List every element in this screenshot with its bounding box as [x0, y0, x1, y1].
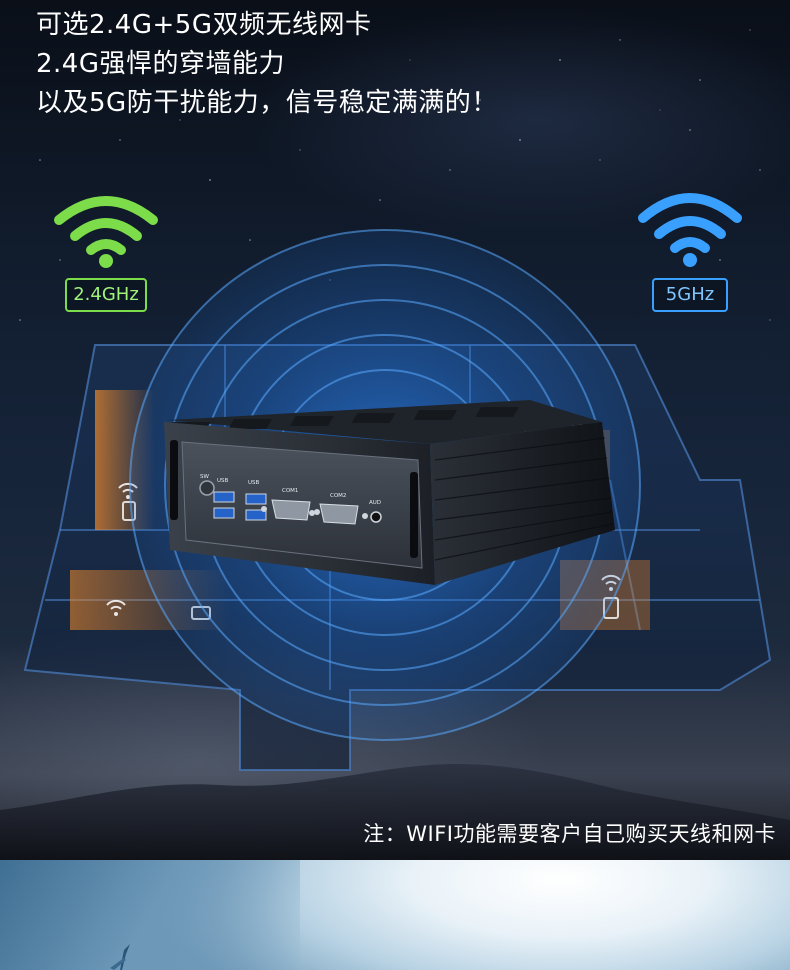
freq-label-5ghz: 5GHz	[651, 278, 729, 312]
wifi-icon	[54, 196, 158, 268]
headline-line-2: 2.4G强悍的穿墙能力	[36, 49, 285, 79]
label-usb-1: USB	[217, 478, 229, 484]
mini-pc-device: SW USB USB COM1 COM2 AUD	[164, 400, 615, 585]
label-aud: AUD	[369, 500, 381, 506]
sky-section-lower	[0, 860, 790, 970]
wifi-note: 注：WIFI功能需要客户自己购买天线和网卡	[363, 822, 776, 846]
wifi-icon	[638, 193, 742, 267]
freq-label-2-4ghz: 2.4GHz	[65, 278, 147, 312]
wifi-badge-5ghz: 5GHz	[630, 186, 750, 312]
aircraft-silhouette	[110, 944, 130, 970]
label-com2: COM2	[330, 493, 346, 499]
headline-line-3: 以及5G防干扰能力，信号稳定满满的！	[36, 88, 498, 118]
headline-line-1: 可选2.4G+5G双频无线网卡	[36, 10, 372, 40]
label-com1: COM1	[282, 488, 298, 494]
wifi-promo-page: SW USB USB COM1 COM2 AUD 可选2.4G+5G双频无线网卡…	[0, 0, 790, 970]
night-sky-background: SW USB USB COM1 COM2 AUD 可选2.4G+5G双频无线网卡…	[0, 0, 790, 860]
label-sw: SW	[200, 474, 209, 480]
wifi-badge-2-4ghz: 2.4GHz	[46, 190, 166, 312]
headline: 可选2.4G+5G双频无线网卡 2.4G强悍的穿墙能力 以及5G防干扰能力，信号…	[36, 6, 498, 123]
sky-gradient-left	[0, 860, 300, 970]
label-usb-2: USB	[248, 480, 260, 486]
